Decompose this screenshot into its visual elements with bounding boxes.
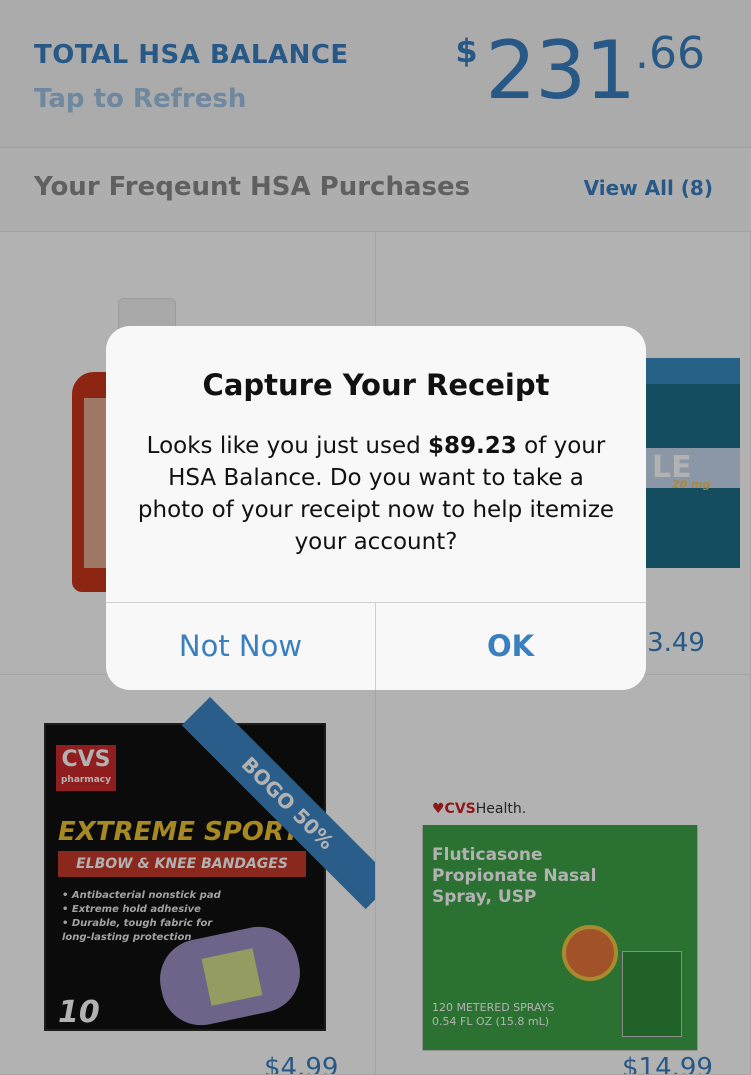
message-amount: $89.23 — [428, 433, 517, 459]
dialog-message: Looks like you just used $89.23 of your … — [136, 430, 616, 558]
not-now-button[interactable]: Not Now — [106, 603, 375, 690]
message-pre: Looks like you just used — [146, 433, 429, 459]
dialog-title: Capture Your Receipt — [202, 368, 550, 402]
capture-receipt-dialog: Capture Your Receipt Looks like you just… — [106, 326, 646, 690]
ok-button[interactable]: OK — [376, 603, 645, 690]
